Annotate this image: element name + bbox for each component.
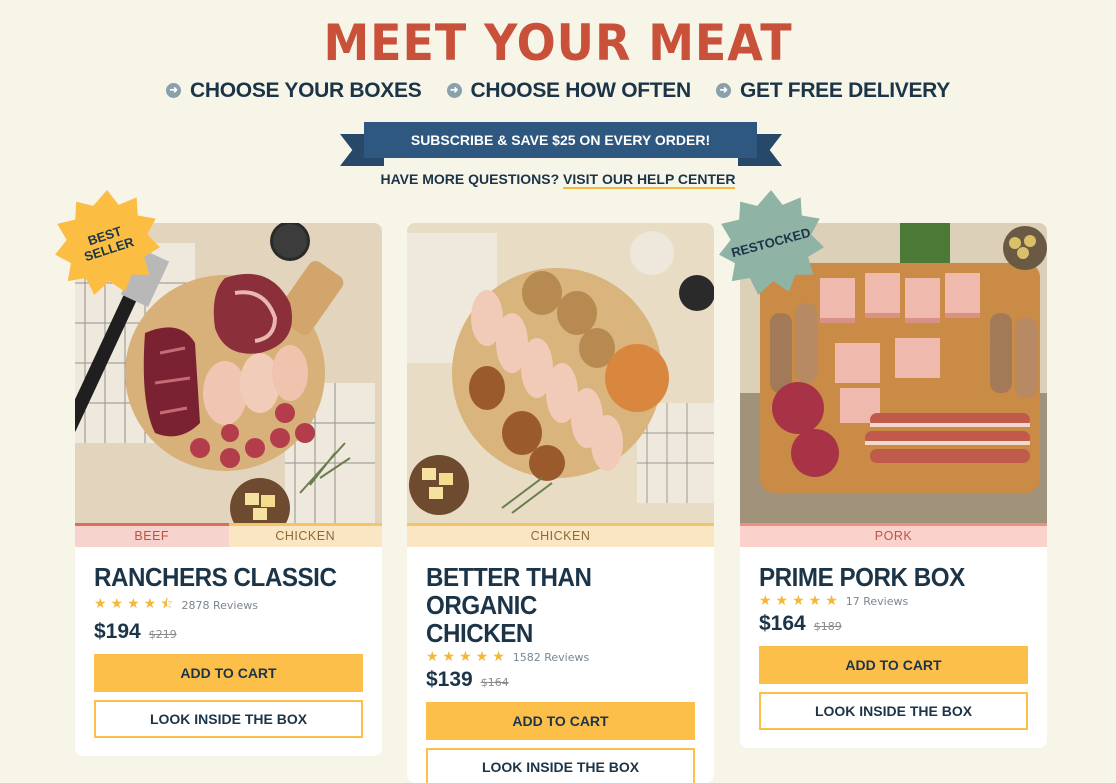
review-count[interactable]: 1582 Reviews — [513, 651, 589, 664]
steps-row: ➜ CHOOSE YOUR BOXES ➜ CHOOSE HOW OFTEN ➜… — [0, 78, 1116, 103]
arrow-right-icon: ➜ — [166, 83, 182, 98]
arrow-right-icon: ➜ — [715, 83, 731, 98]
product-card-better-than-organic-chicken[interactable]: CHICKEN BETTER THAN ORGANIC CHICKEN ★★★★… — [407, 223, 714, 783]
add-to-cart-button[interactable]: ADD TO CART — [426, 702, 695, 740]
current-price: $194 — [94, 620, 141, 643]
help-line: HAVE MORE QUESTIONS? VISIT OUR HELP CENT… — [0, 171, 1116, 189]
price-row: $139 $164 — [426, 668, 695, 692]
star-rating-icon: ★★★★⯪ — [94, 596, 178, 612]
rating: ★★★★⯪ 2878 Reviews — [94, 593, 363, 617]
star-rating-icon: ★★★★★ — [426, 649, 509, 665]
product-name-line-1: BETTER THAN ORGANIC — [426, 562, 592, 620]
original-price: $219 — [148, 628, 177, 641]
tag-chicken: CHICKEN — [407, 523, 714, 547]
look-inside-button[interactable]: LOOK INSIDE THE BOX — [94, 700, 363, 738]
product-card-ranchers-classic[interactable]: BEEF CHICKEN RANCHERS CLASSIC ★★★★⯪ 2878… — [75, 223, 382, 756]
card-body: RANCHERS CLASSIC ★★★★⯪ 2878 Reviews $194… — [75, 547, 382, 756]
look-inside-button[interactable]: LOOK INSIDE THE BOX — [759, 692, 1028, 730]
help-center-link[interactable]: VISIT OUR HELP CENTER — [563, 171, 736, 189]
category-tags: BEEF CHICKEN — [75, 523, 382, 547]
product-card-prime-pork-box[interactable]: PORK PRIME PORK BOX ★★★★★ 17 Reviews $16… — [740, 223, 1047, 748]
current-price: $139 — [426, 668, 473, 691]
card-body: BETTER THAN ORGANIC CHICKEN ★★★★★ 1582 R… — [407, 547, 714, 783]
product-name[interactable]: BETTER THAN ORGANIC CHICKEN — [426, 563, 676, 647]
look-inside-button[interactable]: LOOK INSIDE THE BOX — [426, 748, 695, 783]
add-to-cart-button[interactable]: ADD TO CART — [94, 654, 363, 692]
step-choose-often: ➜ CHOOSE HOW OFTEN — [446, 78, 692, 103]
step-free-delivery: ➜ GET FREE DELIVERY — [715, 78, 950, 103]
tag-chicken: CHICKEN — [228, 523, 382, 547]
price-row: $164 $189 — [759, 612, 1028, 636]
page-title: MEET YOUR MEAT — [323, 14, 793, 72]
product-name[interactable]: RANCHERS CLASSIC — [94, 563, 344, 591]
original-price: $164 — [480, 676, 509, 689]
step-label: CHOOSE HOW OFTEN — [470, 78, 692, 102]
step-label: GET FREE DELIVERY — [739, 78, 950, 102]
price-row: $194 $219 — [94, 620, 363, 644]
step-label: CHOOSE YOUR BOXES — [190, 78, 422, 102]
card-body: PRIME PORK BOX ★★★★★ 17 Reviews $164 $18… — [740, 547, 1047, 748]
review-count[interactable]: 2878 Reviews — [181, 599, 257, 612]
rating: ★★★★★ 1582 Reviews — [426, 649, 695, 665]
tag-pork: PORK — [740, 523, 1047, 547]
subscribe-banner: SUBSCRIBE & SAVE $25 ON EVERY ORDER! — [340, 122, 782, 166]
star-rating-icon: ★★★★★ — [759, 593, 842, 609]
tag-beef: BEEF — [75, 523, 229, 547]
arrow-right-icon: ➜ — [446, 83, 462, 98]
step-choose-boxes: ➜ CHOOSE YOUR BOXES — [166, 78, 422, 103]
product-name-line-2: CHICKEN — [426, 618, 533, 648]
original-price: $189 — [813, 620, 842, 633]
category-tags: PORK — [740, 523, 1047, 547]
rating: ★★★★★ 17 Reviews — [759, 593, 1028, 609]
review-count[interactable]: 17 Reviews — [846, 595, 908, 608]
banner-text: SUBSCRIBE & SAVE $25 ON EVERY ORDER! — [364, 122, 757, 158]
help-prefix: HAVE MORE QUESTIONS? — [380, 171, 560, 187]
add-to-cart-button[interactable]: ADD TO CART — [759, 646, 1028, 684]
product-image[interactable] — [407, 223, 714, 523]
current-price: $164 — [759, 612, 806, 635]
product-name[interactable]: PRIME PORK BOX — [759, 563, 1009, 591]
category-tags: CHICKEN — [407, 523, 714, 547]
